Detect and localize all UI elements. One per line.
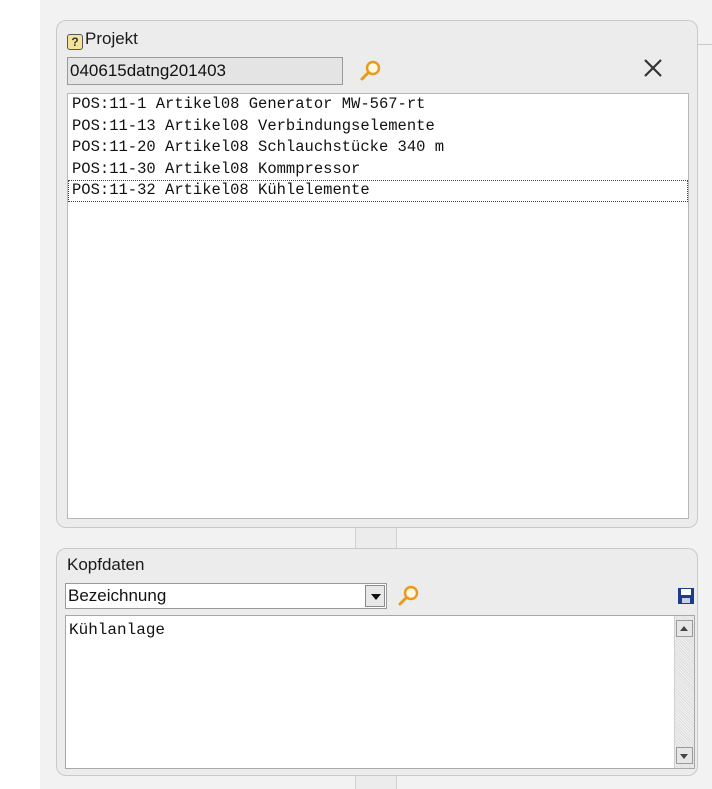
search-icon[interactable] bbox=[397, 584, 421, 608]
field-search-button[interactable] bbox=[397, 584, 421, 608]
app-canvas: ? Projekt POS:11-1 Artikel08 Generator M… bbox=[0, 0, 712, 789]
panel-connector bbox=[355, 528, 397, 548]
projekt-title: Projekt bbox=[85, 29, 138, 48]
field-select[interactable]: Bezeichnung bbox=[65, 583, 387, 609]
vertical-scrollbar[interactable] bbox=[674, 616, 694, 768]
scroll-up-arrow-icon[interactable] bbox=[676, 620, 693, 637]
help-button[interactable]: ? bbox=[67, 31, 87, 50]
projekt-panel: ? Projekt POS:11-1 Artikel08 Generator M… bbox=[56, 20, 698, 528]
chevron-down-icon[interactable] bbox=[365, 585, 385, 607]
kopfdaten-title: Kopfdaten bbox=[67, 555, 145, 574]
scroll-down-arrow-icon[interactable] bbox=[676, 747, 693, 764]
project-search-button[interactable] bbox=[359, 59, 383, 83]
kopfdaten-panel: Kopfdaten Bezeichnung Kühlanlage bbox=[56, 548, 698, 776]
list-item[interactable]: POS:11-30 Artikel08 Kommpressor bbox=[68, 159, 688, 181]
search-icon[interactable] bbox=[359, 59, 383, 83]
position-list[interactable]: POS:11-1 Artikel08 Generator MW-567-rt P… bbox=[67, 93, 689, 519]
help-icon[interactable]: ? bbox=[67, 34, 83, 50]
close-button[interactable] bbox=[640, 55, 666, 81]
panel-edge-divider bbox=[698, 44, 712, 45]
save-button[interactable] bbox=[677, 587, 695, 605]
close-icon[interactable] bbox=[640, 55, 666, 81]
panel-connector bbox=[355, 776, 397, 789]
list-item[interactable]: POS:11-13 Artikel08 Verbindungselemente bbox=[68, 116, 688, 138]
list-item[interactable]: POS:11-20 Artikel08 Schlauchstücke 340 m bbox=[68, 137, 688, 159]
field-select-value: Bezeichnung bbox=[68, 586, 167, 605]
list-item[interactable]: POS:11-1 Artikel08 Generator MW-567-rt bbox=[68, 94, 688, 116]
kopfdaten-text-value: Kühlanlage bbox=[69, 621, 166, 639]
list-item-selected[interactable]: POS:11-32 Artikel08 Kühlelemente bbox=[68, 180, 688, 202]
save-icon[interactable] bbox=[677, 587, 695, 605]
kopfdaten-text-area[interactable]: Kühlanlage bbox=[65, 615, 695, 769]
project-number-input[interactable] bbox=[67, 57, 343, 85]
